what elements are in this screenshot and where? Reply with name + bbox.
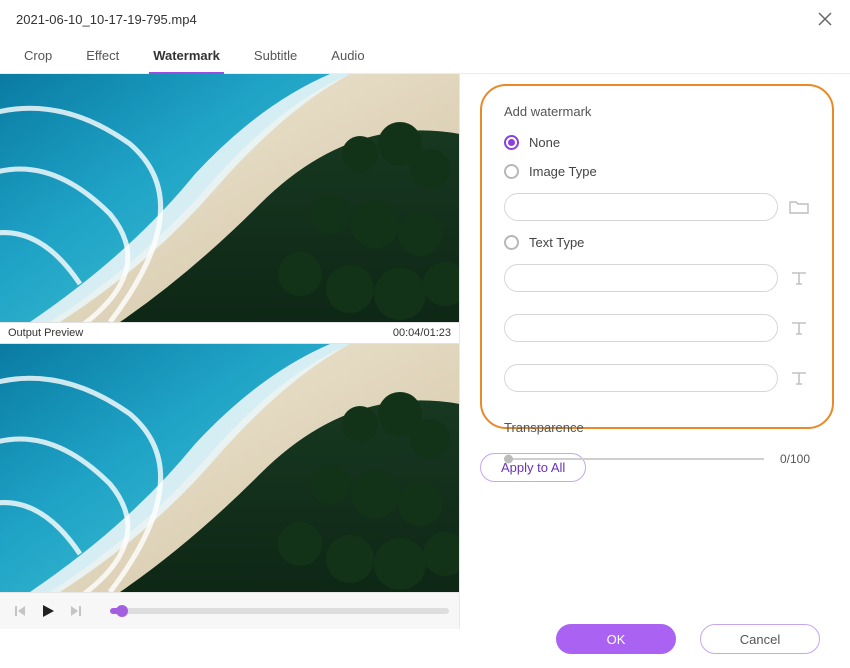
radio-icon xyxy=(504,235,519,250)
text-style-icon[interactable] xyxy=(788,268,810,288)
output-preview xyxy=(0,344,459,592)
image-path-field[interactable] xyxy=(504,193,778,221)
editor-tabs: Crop Effect Watermark Subtitle Audio xyxy=(0,36,850,74)
radio-icon xyxy=(504,164,519,179)
transparence-slider[interactable]: 0/100 xyxy=(504,451,810,467)
tab-crop[interactable]: Crop xyxy=(22,42,54,73)
radio-none[interactable]: None xyxy=(504,135,810,150)
tab-audio[interactable]: Audio xyxy=(329,42,366,73)
text-field-2[interactable] xyxy=(504,314,778,342)
tab-watermark[interactable]: Watermark xyxy=(151,42,222,73)
watermark-panel: Add watermark None Image Type Text Type xyxy=(480,84,834,429)
text-style-icon[interactable] xyxy=(788,318,810,338)
text-style-icon[interactable] xyxy=(788,368,810,388)
text-field-3[interactable] xyxy=(504,364,778,392)
radio-icon xyxy=(504,135,519,150)
folder-icon[interactable] xyxy=(788,197,810,217)
panel-heading: Add watermark xyxy=(504,104,810,119)
source-preview xyxy=(0,74,459,322)
timeline-slider[interactable] xyxy=(110,608,449,614)
close-icon[interactable] xyxy=(814,8,836,30)
radio-image-type[interactable]: Image Type xyxy=(504,164,810,179)
transparence-value: 0/100 xyxy=(780,452,810,466)
radio-text-label: Text Type xyxy=(529,235,584,250)
playback-controls xyxy=(0,592,459,629)
output-preview-label: Output Preview xyxy=(8,327,83,339)
radio-text-type[interactable]: Text Type xyxy=(504,235,810,250)
tab-subtitle[interactable]: Subtitle xyxy=(252,42,299,73)
next-frame-icon[interactable] xyxy=(66,601,86,621)
tab-effect[interactable]: Effect xyxy=(84,42,121,73)
play-icon[interactable] xyxy=(38,601,58,621)
ok-button[interactable]: OK xyxy=(556,624,676,654)
radio-none-label: None xyxy=(529,135,560,150)
transparence-label: Transparence xyxy=(504,420,810,435)
time-display: 00:04/01:23 xyxy=(393,327,451,339)
text-field-1[interactable] xyxy=(504,264,778,292)
radio-image-label: Image Type xyxy=(529,164,597,179)
prev-frame-icon[interactable] xyxy=(10,601,30,621)
cancel-button[interactable]: Cancel xyxy=(700,624,820,654)
window-title: 2021-06-10_10-17-19-795.mp4 xyxy=(16,12,197,27)
